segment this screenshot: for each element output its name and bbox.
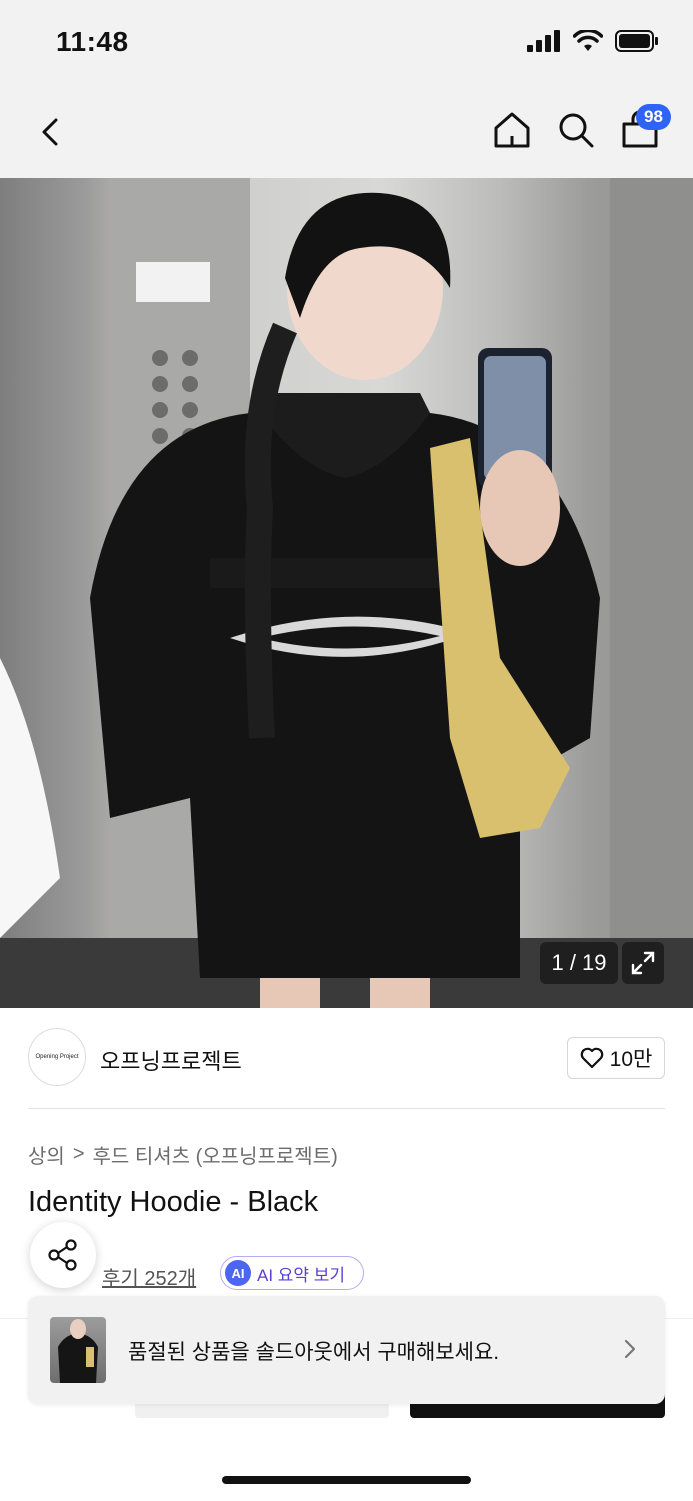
home-icon: [494, 112, 530, 148]
expand-icon: [631, 951, 655, 975]
review-count-link[interactable]: 후기 252개: [102, 1262, 196, 1291]
breadcrumb-category[interactable]: 상의: [28, 1140, 65, 1169]
top-nav: 98: [0, 88, 693, 178]
soldout-banner[interactable]: 품절된 상품을 솔드아웃에서 구매해보세요.: [28, 1296, 665, 1404]
brand-logo[interactable]: Opening Project: [28, 1028, 86, 1086]
heart-icon: [580, 1047, 603, 1069]
ai-chip: AI: [225, 1260, 251, 1286]
cart-count-badge: 98: [636, 104, 671, 130]
breadcrumb: 상의 > 후드 티셔츠 (오프닝프로젝트): [28, 1140, 338, 1169]
image-counter: 1 / 19: [540, 942, 618, 984]
breadcrumb-separator: >: [72, 1143, 85, 1165]
brand-name[interactable]: 오프닝프로젝트: [100, 1044, 242, 1076]
brand-row: Opening Project 오프닝프로젝트 10만: [28, 1028, 665, 1109]
share-icon: [48, 1239, 77, 1271]
search-icon: [559, 113, 594, 148]
product-photo-illustration: [0, 178, 693, 1008]
signal-icon: [527, 30, 560, 52]
share-button[interactable]: [30, 1222, 96, 1288]
status-bar: 11:48: [0, 0, 693, 88]
breadcrumb-subcategory[interactable]: 후드 티셔츠 (오프닝프로젝트): [93, 1140, 338, 1169]
brand-logo-text: Opening Project: [35, 1054, 79, 1060]
battery-icon: [615, 30, 658, 52]
expand-image-button[interactable]: [622, 942, 664, 984]
like-count: 10만: [609, 1048, 653, 1071]
banner-message: 품절된 상품을 솔드아웃에서 구매해보세요.: [128, 1341, 500, 1364]
banner-thumbnail: [50, 1317, 106, 1383]
chevron-right-icon: [624, 1339, 636, 1359]
chevron-left-icon: [42, 118, 58, 146]
status-time: 11:48: [56, 26, 129, 57]
product-title: Identity Hoodie - Black: [28, 1186, 319, 1218]
ai-summary-button[interactable]: AI AI 요약 보기: [220, 1256, 364, 1290]
home-indicator: [222, 1476, 471, 1484]
ai-summary-label: AI 요약 보기: [257, 1265, 346, 1285]
status-icons: [527, 30, 659, 52]
product-image[interactable]: [0, 178, 693, 1008]
wifi-icon: [573, 30, 603, 51]
home-button[interactable]: [490, 108, 534, 152]
back-button[interactable]: [30, 110, 74, 154]
like-button[interactable]: 10만: [567, 1037, 665, 1079]
search-button[interactable]: [554, 108, 598, 152]
